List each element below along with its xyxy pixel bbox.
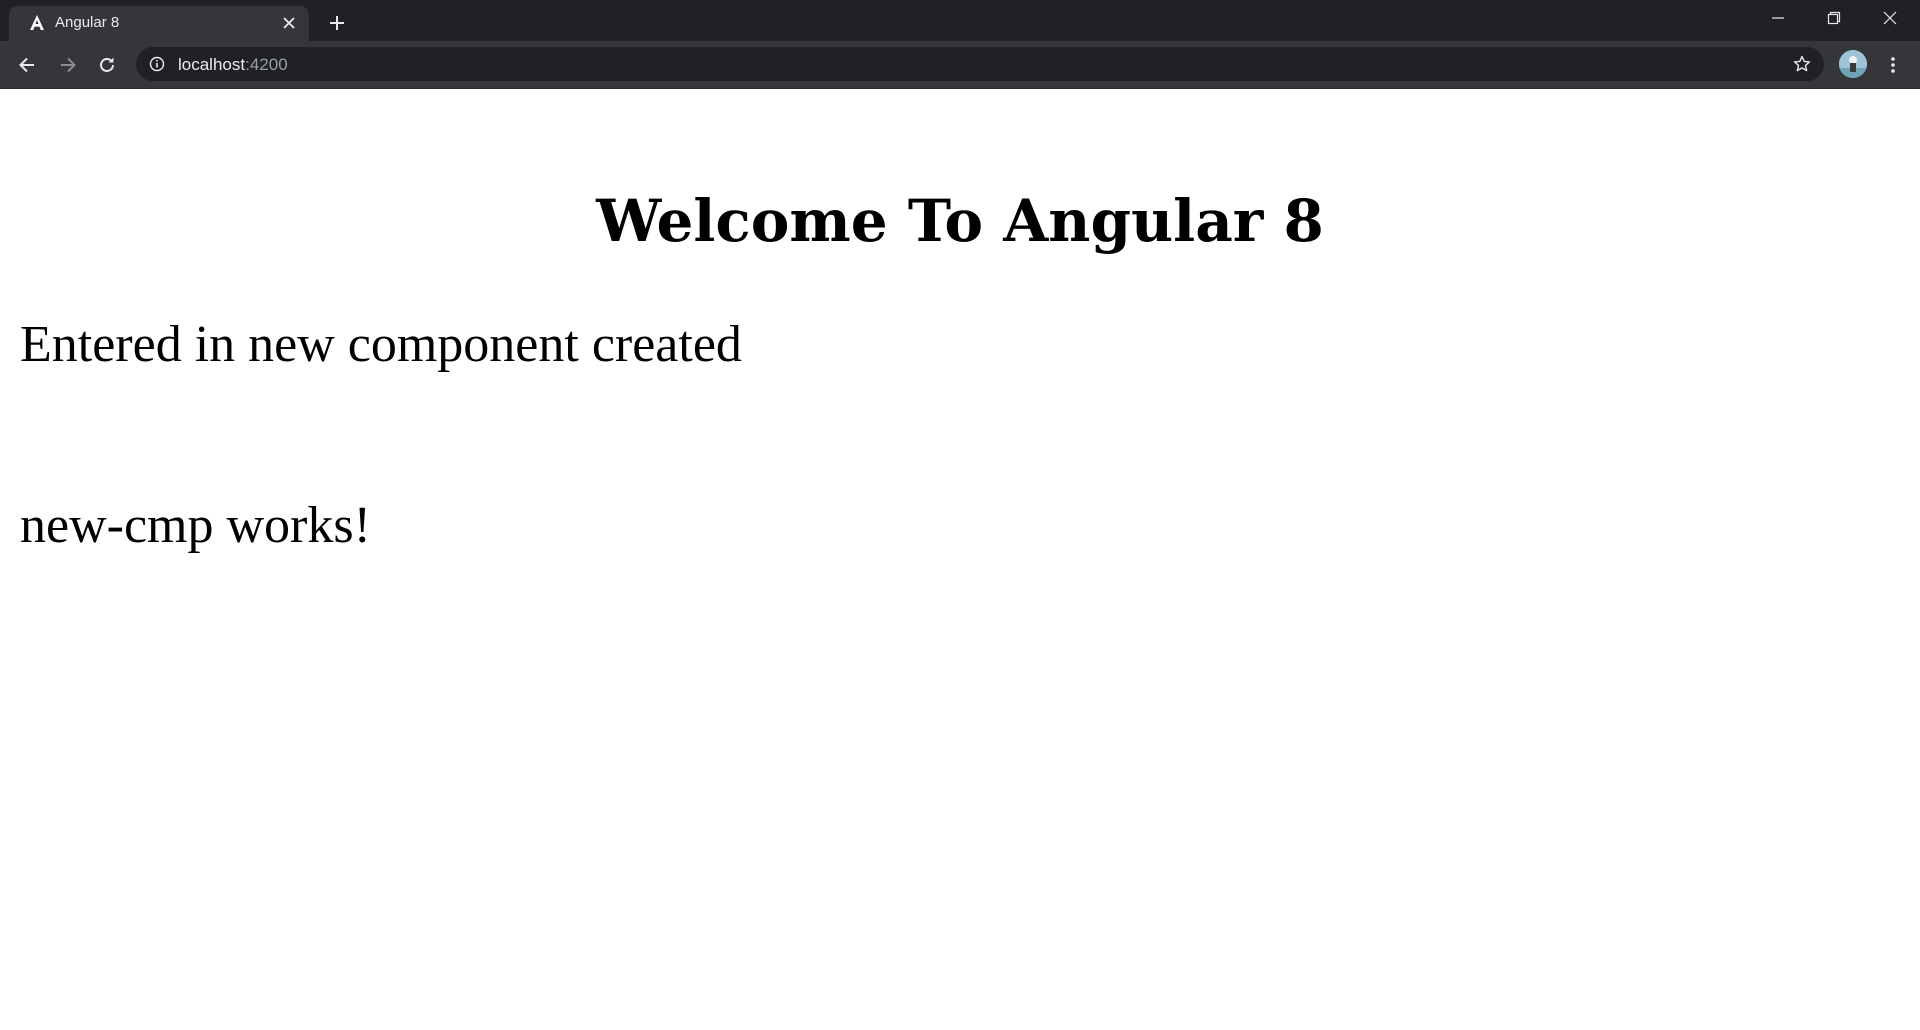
url-host: localhost xyxy=(178,55,246,74)
profile-avatar[interactable] xyxy=(1839,50,1867,78)
bookmark-star-icon[interactable] xyxy=(1792,54,1812,74)
angular-logo-icon xyxy=(27,13,47,33)
page-heading: Welcome To Angular 8 xyxy=(596,187,1324,255)
close-tab-icon[interactable] xyxy=(279,13,299,33)
site-info-icon[interactable] xyxy=(148,55,166,73)
new-tab-plus-icon[interactable] xyxy=(324,10,350,36)
reload-icon[interactable] xyxy=(92,50,122,80)
address-bar[interactable]: localhost:4200 xyxy=(136,47,1824,81)
tab-title: Angular 8 xyxy=(55,14,120,31)
new-cmp-message: new-cmp works! xyxy=(20,497,371,554)
forward-arrow-icon[interactable] xyxy=(53,50,83,80)
page-content: Welcome To Angular 8 Entered in new comp… xyxy=(0,89,1920,1030)
restore-window-icon[interactable] xyxy=(1806,0,1862,36)
component-message: Entered in new component created xyxy=(20,316,742,373)
tab-strip: Angular 8 xyxy=(0,0,1920,41)
tab-angular[interactable]: Angular 8 xyxy=(9,6,309,41)
browser-toolbar: localhost:4200 xyxy=(0,41,1920,89)
kebab-menu-icon[interactable] xyxy=(1879,50,1907,80)
url-text[interactable]: localhost:4200 xyxy=(178,55,288,75)
close-window-icon[interactable] xyxy=(1862,0,1918,36)
back-arrow-icon[interactable] xyxy=(12,50,42,80)
browser-window: Angular 8 localhost:4200 Welcome To Angu… xyxy=(0,0,1920,1030)
minimize-icon[interactable] xyxy=(1750,0,1806,36)
url-port: :4200 xyxy=(245,55,288,74)
